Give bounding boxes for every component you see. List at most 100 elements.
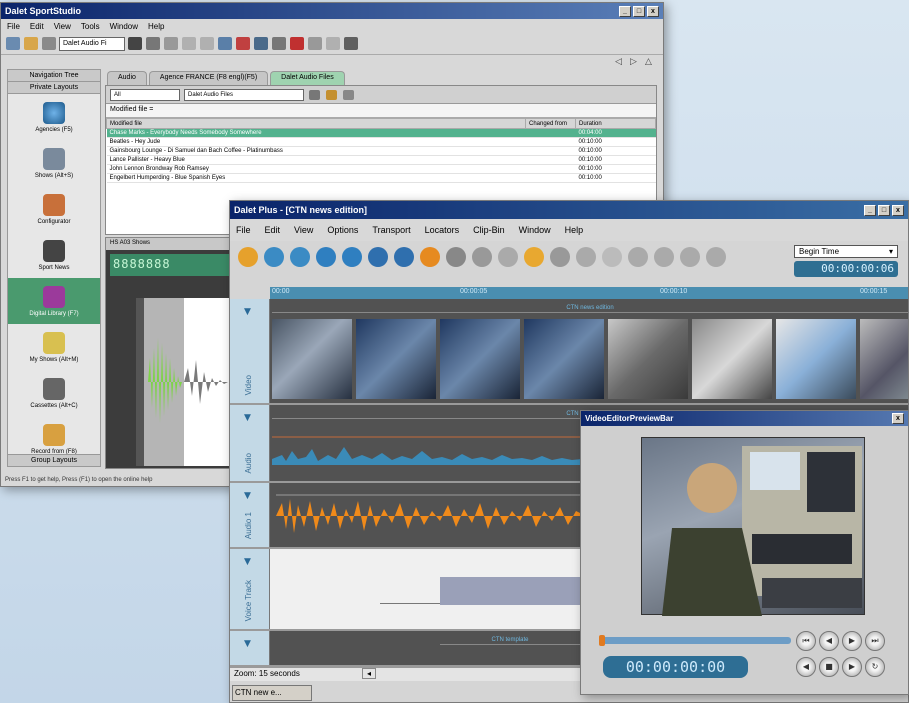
open-icon[interactable]	[24, 37, 38, 50]
close-icon[interactable]: x	[892, 204, 904, 216]
redo-icon[interactable]	[290, 247, 310, 267]
track-header[interactable]: ▼ Audio 1	[230, 483, 270, 547]
up-icon[interactable]: △	[645, 57, 657, 67]
database-icon[interactable]	[394, 247, 414, 267]
split-icon[interactable]	[498, 247, 518, 267]
track-header[interactable]: ▼ Video	[230, 299, 270, 403]
folder-icon[interactable]	[524, 247, 544, 267]
nav-item-configurator[interactable]: Configurator	[8, 186, 100, 232]
filter-row[interactable]: Modified file =	[106, 104, 656, 118]
menu-clip-bin[interactable]: Clip-Bin	[473, 225, 505, 235]
close-icon[interactable]: x	[647, 5, 659, 17]
timeline-ruler[interactable]: 00:00 00:00:05 00:00:10 00:00:15	[270, 287, 908, 299]
maximize-icon[interactable]: □	[878, 204, 890, 216]
audio-waveform[interactable]	[276, 491, 586, 541]
tab-audio[interactable]: Audio	[107, 71, 147, 85]
table-row[interactable]: Chase Marks - Everybody Needs Somebody S…	[106, 128, 656, 138]
video-thumbnail[interactable]	[440, 319, 520, 399]
grid-icon[interactable]	[272, 37, 286, 50]
menu-edit[interactable]: Edit	[30, 22, 44, 31]
nav-item-sport-news[interactable]: Sport News	[8, 232, 100, 278]
audio-waveform[interactable]	[272, 429, 582, 469]
title-bar[interactable]: VideoEditorPreviewBar x	[581, 411, 908, 426]
layout-select[interactable]: Dalet Audio Fi	[59, 36, 125, 51]
paste-icon[interactable]	[164, 37, 178, 50]
collapse-icon[interactable]: ▼	[244, 413, 251, 423]
video-thumbnail[interactable]	[356, 319, 436, 399]
zoom-in-icon[interactable]	[316, 247, 336, 267]
nav-item-shows[interactable]: Shows (Alt+S)	[8, 140, 100, 186]
back-icon[interactable]: ◁	[615, 57, 627, 67]
voice-clip[interactable]	[440, 577, 580, 605]
step-back-icon[interactable]: ◀	[819, 631, 839, 651]
undo-icon[interactable]	[264, 247, 284, 267]
forward-icon[interactable]: ▷	[630, 57, 642, 67]
find-icon[interactable]	[236, 37, 250, 50]
video-thumbnail[interactable]	[272, 319, 352, 399]
menu-view[interactable]: View	[54, 22, 71, 31]
table-row[interactable]: Lance Pallister - Heavy Blue 00:10:00	[106, 155, 656, 165]
category-select[interactable]: All	[110, 88, 180, 101]
column-header[interactable]: Modified file	[106, 118, 526, 129]
menu-locators[interactable]: Locators	[425, 225, 460, 235]
tab-audio-files[interactable]: Dalet Audio Files	[270, 71, 345, 85]
menu-file[interactable]: File	[7, 22, 20, 31]
menu-help[interactable]: Help	[148, 22, 164, 31]
collapse-icon[interactable]: ▼	[244, 307, 251, 317]
loop-icon[interactable]: ↻	[865, 657, 885, 677]
copy-icon[interactable]	[146, 37, 160, 50]
copy-icon[interactable]	[472, 247, 492, 267]
table-row[interactable]: John Lennon Brondway Rob Ramsey 00:10:00	[106, 164, 656, 174]
properties-icon[interactable]	[254, 37, 268, 50]
new-icon[interactable]	[6, 37, 20, 50]
stop-icon[interactable]: ■	[819, 657, 839, 677]
table-row[interactable]: Engelbert Humperding - Blue Spanish Eyes…	[106, 173, 656, 183]
menu-file[interactable]: File	[236, 225, 251, 235]
refresh-icon[interactable]	[309, 89, 320, 100]
nav-item-cassettes[interactable]: Cassettes (Alt+C)	[8, 370, 100, 416]
group-layouts-tab[interactable]: Group Layouts	[8, 454, 100, 466]
video-thumbnail[interactable]	[776, 319, 856, 399]
help-icon[interactable]	[344, 37, 358, 50]
film-icon[interactable]	[550, 247, 570, 267]
redo-icon[interactable]	[200, 37, 214, 50]
nav-item-my-shows[interactable]: My Shows (Alt+M)	[8, 324, 100, 370]
video-preview-screen[interactable]	[641, 437, 865, 616]
private-layouts-tab[interactable]: Private Layouts	[8, 82, 100, 94]
step-forward-icon[interactable]: ▶	[842, 631, 862, 651]
video-thumbnail[interactable]	[692, 319, 772, 399]
collapse-icon[interactable]: ▼	[244, 557, 251, 567]
marker-left-icon[interactable]	[680, 247, 700, 267]
table-row[interactable]: Beatles - Hey Jude 00:10:00	[106, 137, 656, 147]
seek-handle[interactable]	[599, 635, 605, 646]
title-bar[interactable]: Dalet Plus - [CTN news edition] _ □ x	[230, 201, 908, 219]
zoom-out-icon[interactable]	[342, 247, 362, 267]
flag-icon[interactable]	[290, 37, 304, 50]
flag-icon[interactable]	[654, 247, 674, 267]
menu-window[interactable]: Window	[519, 225, 551, 235]
folder-icon[interactable]	[326, 89, 337, 100]
print-icon[interactable]	[218, 37, 232, 50]
tab-agencies[interactable]: Agence FRANCE (F8 engl)(F5)	[148, 71, 269, 85]
cut-icon[interactable]	[128, 37, 142, 50]
nav-item-agencies[interactable]: Agencies (F5)	[8, 94, 100, 140]
time-mode-select[interactable]: Begin Time ▾	[794, 245, 898, 258]
arrange-icon[interactable]	[308, 37, 322, 50]
cut-icon[interactable]	[446, 247, 466, 267]
source-select[interactable]: Dalet Audio Files	[184, 88, 304, 101]
transition-icon[interactable]	[628, 247, 648, 267]
taskbar-button[interactable]: CTN new e...	[232, 685, 312, 701]
track-header[interactable]: ▼ Audio	[230, 405, 270, 481]
settings-icon[interactable]	[326, 37, 340, 50]
nav-item-digital-library[interactable]: Digital Library (F7)	[8, 278, 100, 324]
menu-help[interactable]: Help	[565, 225, 584, 235]
track-header[interactable]: ▼	[230, 631, 270, 665]
menu-edit[interactable]: Edit	[265, 225, 281, 235]
collapse-icon[interactable]: ▼	[244, 639, 251, 649]
video-thumbnail[interactable]	[608, 319, 688, 399]
seek-bar[interactable]	[599, 635, 791, 646]
menu-window[interactable]: Window	[110, 22, 138, 31]
collapse-icon[interactable]: ▼	[244, 491, 251, 501]
record-icon[interactable]	[420, 247, 440, 267]
video-thumbnail[interactable]	[524, 319, 604, 399]
